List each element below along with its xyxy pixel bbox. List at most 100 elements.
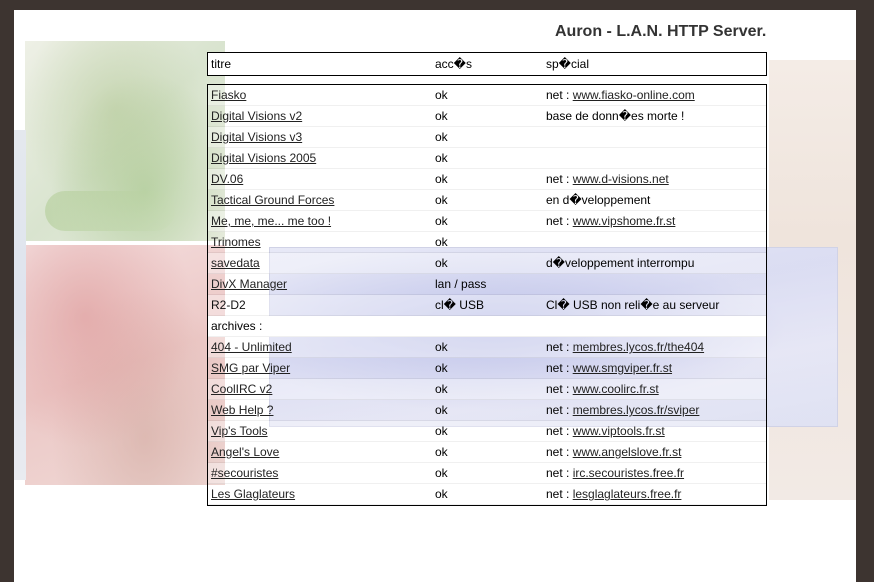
external-link[interactable]: www.coolirc.fr.st <box>573 382 659 396</box>
cell-special: en d�veloppement <box>546 190 766 210</box>
cell-access: ok <box>435 340 448 354</box>
cell-access: ok <box>435 466 448 480</box>
cell-access: ok <box>435 487 448 501</box>
cell-access: cl� USB <box>435 298 484 312</box>
project-link[interactable]: #secouristes <box>211 466 278 480</box>
project-link[interactable]: Fiasko <box>211 88 246 102</box>
special-prefix: net : <box>546 382 573 396</box>
project-link[interactable]: Trinomes <box>211 235 261 249</box>
table-row: savedata ok d�veloppement interrompu <box>208 253 766 274</box>
special-prefix: net : <box>546 403 573 417</box>
table-row: Angel's Love ok net : www.angelslove.fr.st <box>208 442 766 463</box>
cell-title: savedata <box>208 253 435 273</box>
table-row: Web Help ? ok net : membres.lycos.fr/svipe… <box>208 400 766 421</box>
cell-title: SMG par Viper <box>208 358 435 378</box>
cell-title: Web Help ? <box>208 400 435 420</box>
cell-special: net : www.vipshome.fr.st <box>546 211 766 231</box>
background-robot-image-top <box>25 41 225 241</box>
project-link[interactable]: Digital Visions v3 <box>211 130 302 144</box>
archives-section-row: archives : <box>208 316 766 337</box>
external-link[interactable]: membres.lycos.fr/sviper <box>573 403 700 417</box>
project-link[interactable]: Vip's Tools <box>211 424 268 438</box>
cell-special: base de donn�es morte ! <box>546 106 766 126</box>
project-link[interactable]: SMG par Viper <box>211 361 290 375</box>
page: Auron - L.A.N. HTTP Server. titre acc�s … <box>14 10 856 582</box>
cell-special: net : membres.lycos.fr/sviper <box>546 400 766 420</box>
cell-title: Angel's Love <box>208 442 435 462</box>
special-prefix: net : <box>546 361 573 375</box>
special-prefix: net : <box>546 214 573 228</box>
external-link[interactable]: www.smgviper.fr.st <box>573 361 672 375</box>
special-note: en d�veloppement <box>546 193 651 207</box>
table-row: Trinomes ok <box>208 232 766 253</box>
table-row: Digital Visions 2005 ok <box>208 148 766 169</box>
table-row: Fiasko ok net : www.fiasko-online.com <box>208 85 766 106</box>
cell-access: ok <box>435 403 448 417</box>
cell-special: d�veloppement interrompu <box>546 253 766 273</box>
cell-title: DivX Manager <box>208 274 435 294</box>
cell-title: Digital Visions 2005 <box>208 148 435 168</box>
external-link[interactable]: www.fiasko-online.com <box>573 88 695 102</box>
external-link[interactable]: www.angelslove.fr.st <box>573 445 682 459</box>
background-robot-image-bottom <box>25 245 225 485</box>
column-header-title: titre <box>211 57 232 71</box>
background-strip-image <box>14 130 26 480</box>
table-row: Les Glaglateurs ok net : lesglaglateurs.fr… <box>208 484 766 505</box>
cell-special: net : irc.secouristes.free.fr <box>546 463 766 483</box>
page-title: Auron - L.A.N. HTTP Server. <box>555 23 767 40</box>
cell-title: Fiasko <box>208 85 435 105</box>
project-link[interactable]: Digital Visions 2005 <box>211 151 316 165</box>
external-link[interactable]: www.vipshome.fr.st <box>573 214 676 228</box>
cell-special: net : lesglaglateurs.free.fr <box>546 484 766 504</box>
cell-access: ok <box>435 109 448 123</box>
table-row: #secouristes ok net : irc.secouristes.free… <box>208 463 766 484</box>
cell-access: ok <box>435 235 448 249</box>
project-link[interactable]: DV.06 <box>211 172 243 186</box>
project-link[interactable]: Me, me, me... me too ! <box>211 214 331 228</box>
table-row: Digital Visions v3 ok <box>208 127 766 148</box>
cell-access: ok <box>435 172 448 186</box>
cell-title: Digital Visions v3 <box>208 127 435 147</box>
cell-special: net : www.viptools.fr.st <box>546 421 766 441</box>
column-header-box: titre acc�s sp�cial <box>207 52 767 76</box>
cell-special <box>546 274 766 294</box>
special-note: Cl� USB non reli�e au serveur <box>546 298 720 312</box>
cell-access: ok <box>435 382 448 396</box>
project-link[interactable]: DivX Manager <box>211 277 287 291</box>
table-row: Digital Visions v2 ok base de donn�es mort… <box>208 106 766 127</box>
table-row: SMG par Viper ok net : www.smgviper.fr.st <box>208 358 766 379</box>
project-link[interactable]: Les Glaglateurs <box>211 487 295 501</box>
cell-title: Digital Visions v2 <box>208 106 435 126</box>
project-link[interactable]: Angel's Love <box>211 445 279 459</box>
external-link[interactable]: www.viptools.fr.st <box>573 424 665 438</box>
cell-special: Cl� USB non reli�e au serveur <box>546 295 766 315</box>
cell-title: Les Glaglateurs <box>208 484 435 504</box>
cell-access: ok <box>435 193 448 207</box>
cell-special: net : www.d-visions.net <box>546 169 766 189</box>
project-link[interactable]: Digital Visions v2 <box>211 109 302 123</box>
server-list: Fiasko ok net : www.fiasko-online.com Digit… <box>207 84 767 506</box>
external-link[interactable]: lesglaglateurs.free.fr <box>573 487 682 501</box>
table-row: DV.06 ok net : www.d-visions.net <box>208 169 766 190</box>
archives-label: archives : <box>211 319 263 333</box>
cell-title: Trinomes <box>208 232 435 252</box>
cell-special <box>546 232 766 252</box>
table-row: R2-D2 cl� USB Cl� USB non reli�e au serveu… <box>208 295 766 316</box>
special-note: base de donn�es morte ! <box>546 109 685 123</box>
project-link[interactable]: CoolIRC v2 <box>211 382 272 396</box>
cell-title: CoolIRC v2 <box>208 379 435 399</box>
project-link[interactable]: 404 - Unlimited <box>211 340 292 354</box>
cell-access: ok <box>435 361 448 375</box>
external-link[interactable]: irc.secouristes.free.fr <box>573 466 684 480</box>
cell-special <box>546 127 766 147</box>
external-link[interactable]: www.d-visions.net <box>573 172 669 186</box>
external-link[interactable]: membres.lycos.fr/the404 <box>573 340 704 354</box>
column-header-access: acc�s <box>435 57 472 71</box>
project-link[interactable]: Web Help ? <box>211 403 273 417</box>
cell-title: Me, me, me... me too ! <box>208 211 435 231</box>
special-prefix: net : <box>546 172 573 186</box>
project-link[interactable]: Tactical Ground Forces <box>211 193 334 207</box>
project-link[interactable]: savedata <box>211 256 260 270</box>
special-prefix: net : <box>546 466 573 480</box>
special-prefix: net : <box>546 445 573 459</box>
